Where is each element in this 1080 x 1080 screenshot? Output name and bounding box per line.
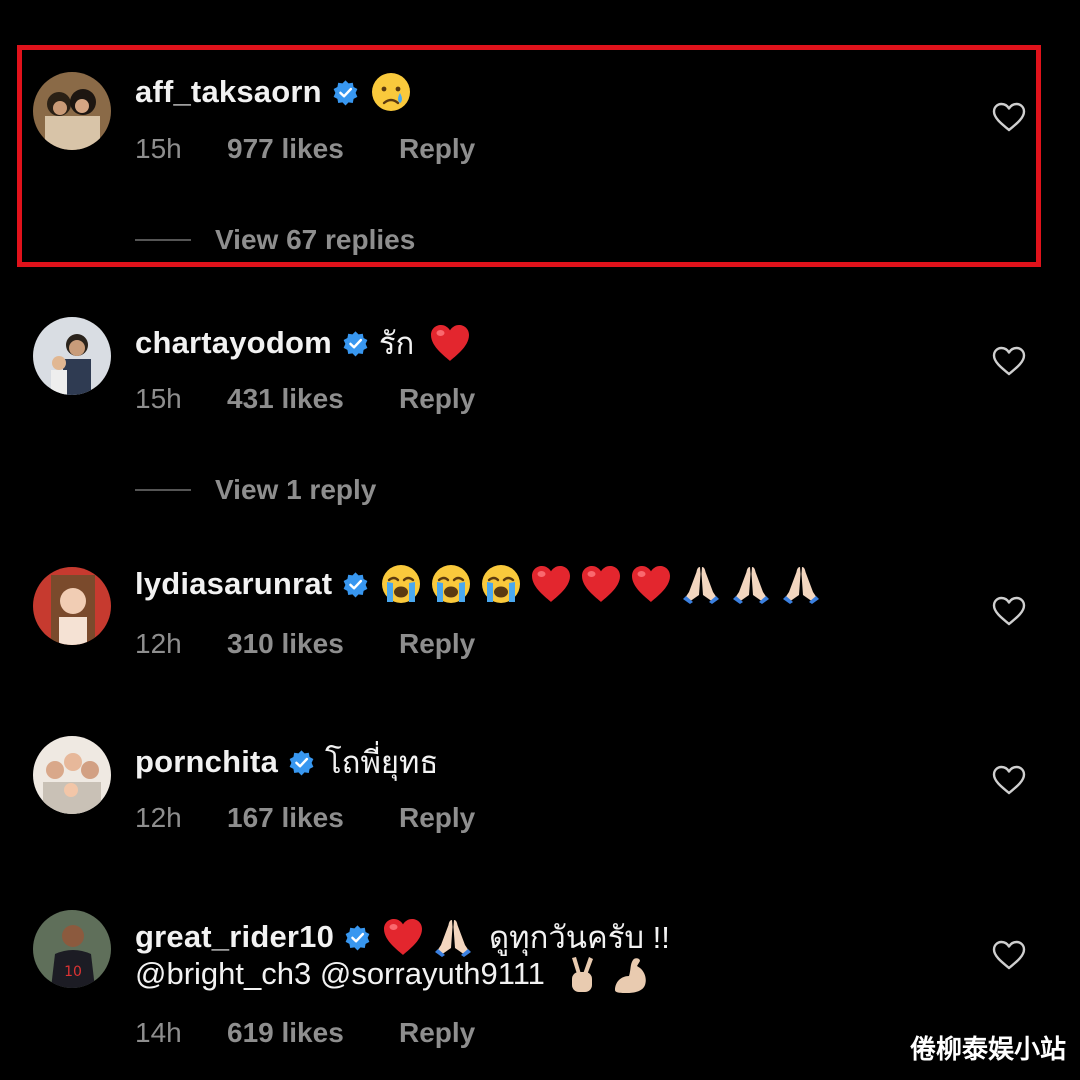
reply-button[interactable]: Reply: [399, 383, 475, 415]
comment-text: โถพี่ยุทธ: [325, 745, 439, 780]
like-heart-icon[interactable]: [992, 346, 1026, 376]
svg-text:10: 10: [64, 964, 82, 980]
like-heart-icon[interactable]: [992, 102, 1026, 132]
reply-button[interactable]: Reply: [399, 628, 475, 660]
comment-text: รัก: [378, 326, 415, 361]
view-replies-label: View 67 replies: [215, 224, 416, 255]
red-heart-icon: [629, 562, 673, 606]
reply-button[interactable]: Reply: [399, 1017, 475, 1049]
username[interactable]: chartayodom: [135, 325, 332, 361]
username[interactable]: aff_taksaorn: [135, 74, 322, 110]
red-heart-icon: [529, 562, 573, 606]
view-replies-button[interactable]: View 1 reply: [135, 474, 376, 506]
verified-badge-icon: [288, 749, 315, 776]
loudly-crying-face-icon: [429, 562, 473, 606]
comment-time: 15h: [135, 133, 182, 164]
likes-count[interactable]: 310 likes: [227, 628, 399, 660]
comment-time: 12h: [135, 628, 182, 659]
victory-hand-icon: [559, 952, 603, 996]
avatar[interactable]: [33, 567, 111, 645]
folded-hands-icon: [679, 562, 723, 606]
flexed-biceps-icon: [609, 952, 653, 996]
divider-line: [135, 489, 191, 491]
red-heart-icon: [428, 321, 472, 365]
likes-count[interactable]: 977 likes: [227, 133, 399, 165]
avatar[interactable]: [33, 317, 111, 395]
folded-hands-icon: [779, 562, 823, 606]
likes-count[interactable]: 167 likes: [227, 802, 399, 834]
view-replies-button[interactable]: View 67 replies: [135, 224, 415, 256]
crying-face-icon: [369, 70, 413, 114]
verified-badge-icon: [344, 924, 371, 951]
comment-time: 14h: [135, 1017, 182, 1048]
username[interactable]: pornchita: [135, 744, 278, 780]
loudly-crying-face-icon: [379, 562, 423, 606]
comment-mentions[interactable]: @bright_ch3 @sorrayuth9111: [135, 956, 545, 992]
likes-count[interactable]: 619 likes: [227, 1017, 399, 1049]
red-heart-icon: [579, 562, 623, 606]
like-heart-icon[interactable]: [992, 940, 1026, 970]
like-heart-icon[interactable]: [992, 765, 1026, 795]
folded-hands-icon: [729, 562, 773, 606]
reply-button[interactable]: Reply: [399, 133, 475, 165]
watermark: 倦柳泰娱小站: [909, 1035, 1066, 1065]
username[interactable]: lydiasarunrat: [135, 566, 332, 602]
verified-badge-icon: [342, 330, 369, 357]
likes-count[interactable]: 431 likes: [227, 383, 399, 415]
comment-time: 15h: [135, 383, 182, 414]
avatar[interactable]: 10: [33, 910, 111, 988]
comment-time: 12h: [135, 802, 182, 833]
divider-line: [135, 239, 191, 241]
verified-badge-icon: [342, 571, 369, 598]
verified-badge-icon: [332, 79, 359, 106]
like-heart-icon[interactable]: [992, 596, 1026, 626]
avatar[interactable]: [33, 72, 111, 150]
username[interactable]: great_rider10: [135, 919, 334, 955]
loudly-crying-face-icon: [479, 562, 523, 606]
reply-button[interactable]: Reply: [399, 802, 475, 834]
view-replies-label: View 1 reply: [215, 474, 377, 505]
avatar[interactable]: [33, 736, 111, 814]
